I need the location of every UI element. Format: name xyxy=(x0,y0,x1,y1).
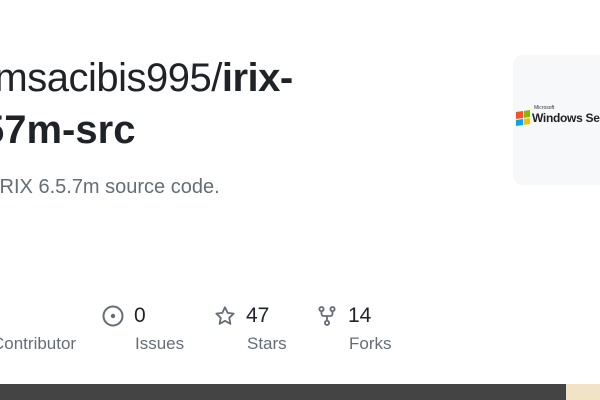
language-bar-accent xyxy=(566,384,600,400)
stat-issues[interactable]: 0 Issues xyxy=(102,304,184,353)
stat-label-contributors: Contributor xyxy=(0,334,77,353)
language-bar xyxy=(0,384,566,400)
issue-icon xyxy=(102,305,124,327)
stat-forks[interactable]: 14 Forks xyxy=(316,304,392,353)
repo-owner: lmsacibis995/ xyxy=(0,56,222,100)
stat-stars[interactable]: 47 Stars xyxy=(214,304,287,353)
repo-name-part1: irix- xyxy=(221,56,293,100)
stat-label-forks: Forks xyxy=(349,334,392,353)
stat-value-stars: 47 xyxy=(246,304,270,327)
preview-card: Microsoft Windows Serv xyxy=(513,55,600,185)
windows-server-logo: Microsoft Windows Serv xyxy=(516,105,600,126)
stat-label-issues: Issues xyxy=(135,334,185,353)
star-icon xyxy=(214,305,236,327)
fork-icon xyxy=(316,305,338,327)
repo-title[interactable]: lmsacibis995/irix- xyxy=(0,52,293,104)
brand-small: Microsoft xyxy=(534,105,555,111)
windows-flag-icon xyxy=(516,110,530,126)
stat-value-issues: 0 xyxy=(134,304,146,327)
stat-value-forks: 14 xyxy=(348,304,372,327)
repo-name-part2: 57m-src xyxy=(0,108,136,152)
repo-description: IRIX 6.5.7m source code. xyxy=(0,176,220,198)
stat-label-stars: Stars xyxy=(247,334,287,353)
brand-text: Windows Serv xyxy=(532,111,600,125)
